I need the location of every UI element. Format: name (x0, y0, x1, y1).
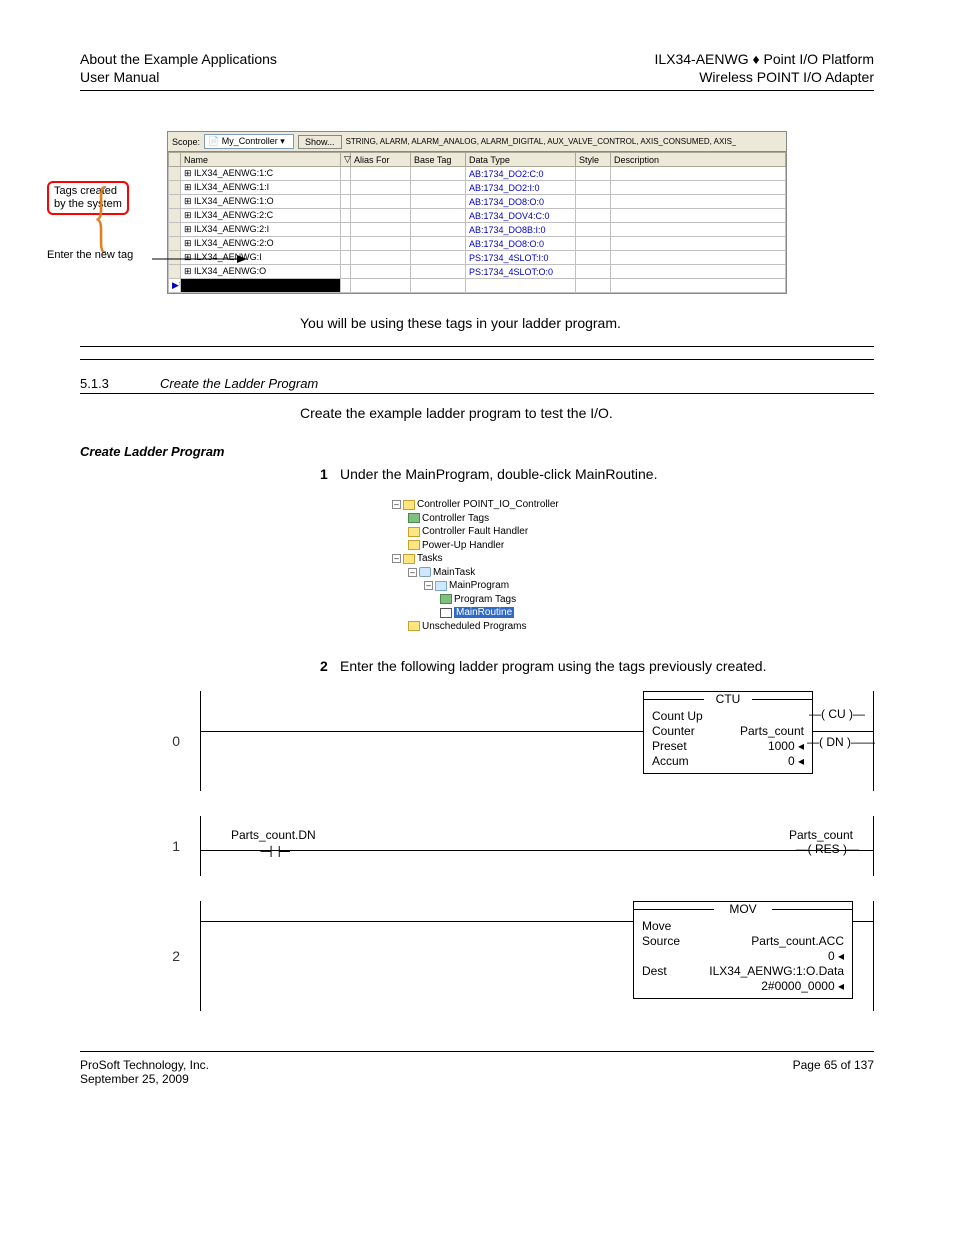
page-header: About the Example Applications User Manu… (80, 50, 874, 91)
project-tree-figure: –Controller POINT_IO_Controller Controll… (392, 498, 562, 633)
program-icon (435, 581, 447, 591)
footer-company: ProSoft Technology, Inc. (80, 1058, 209, 1072)
res-label: Parts_count (789, 828, 853, 842)
tag-filter-text: STRING, ALARM, ALARM_ANALOG, ALARM_DIGIT… (346, 137, 737, 146)
step-text-1: Under the MainProgram, double-click Main… (340, 465, 657, 485)
col-name[interactable]: Name (181, 153, 341, 167)
tag-grid: Name ▽ Alias For Base Tag Data Type Styl… (168, 152, 786, 293)
ctu-instruction: CTU Count Up CounterParts_count Preset10… (643, 691, 813, 774)
table-row[interactable]: ⊞ ILX34_AENWG:2:CAB:1734_DOV4:C:0 (169, 209, 786, 223)
tag-toolbar: Scope: 📄 My_Controller ▾ Show... STRING,… (168, 132, 786, 152)
section-title: Create the Ladder Program (160, 376, 318, 391)
rung-number: 2 (160, 948, 200, 964)
header-left-1: About the Example Applications (80, 50, 277, 68)
table-row[interactable]: ⊞ ILX34_AENWG:OPS:1734_4SLOT:O:0 (169, 265, 786, 279)
subheading-create-ladder: Create Ladder Program (80, 444, 874, 459)
folder-open-icon (403, 554, 415, 564)
table-row[interactable]: ⊞ ILX34_AENWG:1:IAB:1734_DO2:I:0 (169, 181, 786, 195)
arrow-icon (152, 253, 247, 265)
cu-output: —( CU )— (809, 707, 865, 721)
page-footer: ProSoft Technology, Inc. September 25, 2… (80, 1051, 874, 1086)
xic-contact-icon: ⊣ ⊢ (259, 842, 291, 862)
show-button[interactable]: Show... (298, 135, 342, 149)
table-row[interactable]: ⊞ ILX34_AENWG:1:OAB:1734_DO8:O:0 (169, 195, 786, 209)
task-icon (419, 567, 431, 577)
table-row[interactable]: ⊞ ILX34_AENWG:2:OAB:1734_DO8:O:0 (169, 237, 786, 251)
routine-icon (440, 608, 452, 618)
step-number-2: 2 (320, 657, 340, 677)
table-row[interactable]: ⊞ ILX34_AENWG:IPS:1734_4SLOT:I:0 (169, 251, 786, 265)
header-right-1: ILX34-AENWG ♦ Point I/O Platform (654, 50, 874, 68)
col-alias[interactable]: Alias For (351, 153, 411, 167)
rung-number: 1 (160, 838, 200, 854)
col-sort[interactable]: ▽ (341, 153, 351, 167)
xic-label: Parts_count.DN (231, 828, 316, 842)
tree-item-mainroutine[interactable]: MainRoutine (454, 607, 514, 618)
folder-icon (408, 527, 420, 537)
rung-0: 0 CTU Count Up CounterParts_count Preset… (160, 691, 874, 791)
folder-open-icon (403, 500, 415, 510)
col-desc[interactable]: Description (611, 153, 786, 167)
new-tag-row[interactable]: ▶* (169, 279, 786, 293)
divider (80, 359, 874, 360)
table-row[interactable]: ⊞ ILX34_AENWG:2:IAB:1734_DO8B:I:0 (169, 223, 786, 237)
scope-label: Scope: (172, 137, 200, 147)
body-text-1: You will be using these tags in your lad… (300, 314, 874, 334)
footer-page: Page 65 of 137 (793, 1058, 874, 1086)
col-style[interactable]: Style (576, 153, 611, 167)
step-text-2: Enter the following ladder program using… (340, 657, 766, 677)
callout-enter-new-tag: Enter the new tag (47, 249, 133, 261)
tag-table-figure: Tags created by the system { Enter the n… (167, 131, 787, 294)
ladder-diagram-figure: 0 CTU Count Up CounterParts_count Preset… (160, 691, 874, 1011)
rung-number: 0 (160, 733, 200, 749)
tag-icon (440, 594, 452, 604)
res-output-icon: —( RES )— (796, 842, 859, 856)
section-heading: 5.1.3 Create the Ladder Program (80, 376, 874, 394)
scope-dropdown[interactable]: 📄 My_Controller ▾ (204, 134, 294, 149)
footer-date: September 25, 2009 (80, 1072, 209, 1086)
dn-output: —( DN )—— (807, 735, 875, 749)
mov-instruction: MOV Move SourceParts_count.ACC 0 ◂ DestI… (633, 901, 853, 999)
folder-icon (408, 540, 420, 550)
header-left-2: User Manual (80, 68, 277, 86)
rung-2: 2 MOV Move SourceParts_count.ACC 0 ◂ Des… (160, 901, 874, 1011)
body-text-2: Create the example ladder program to tes… (300, 404, 874, 424)
brace-icon: { (94, 176, 109, 256)
step-number-1: 1 (320, 465, 340, 485)
col-type[interactable]: Data Type (466, 153, 576, 167)
section-number: 5.1.3 (80, 376, 160, 391)
divider (80, 346, 874, 347)
col-base[interactable]: Base Tag (411, 153, 466, 167)
header-right-2: Wireless POINT I/O Adapter (654, 68, 874, 86)
folder-icon (408, 621, 420, 631)
tag-icon (408, 513, 420, 523)
table-row[interactable]: ⊞ ILX34_AENWG:1:CAB:1734_DO2:C:0 (169, 167, 786, 181)
rung-1: 1 Parts_count.DN ⊣ ⊢ Parts_count —( RES … (160, 801, 874, 891)
callout-tags-created: Tags created by the system (47, 181, 129, 214)
